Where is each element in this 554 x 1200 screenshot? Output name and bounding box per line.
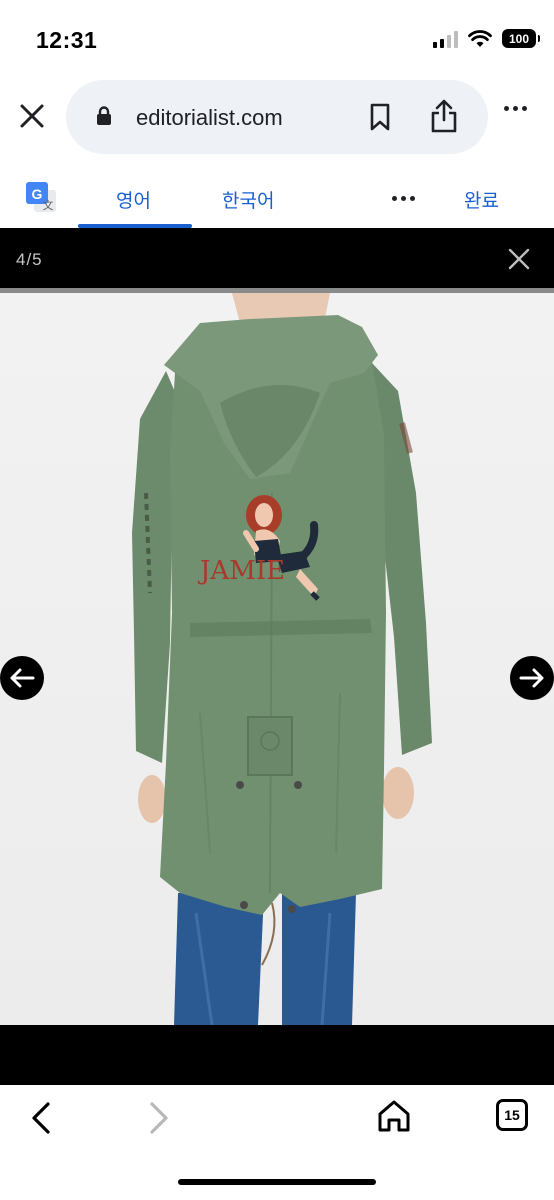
more-icon[interactable]: [504, 106, 527, 111]
close-tab-button[interactable]: [14, 98, 50, 134]
home-icon[interactable]: [376, 1099, 412, 1133]
arrow-right-icon: [519, 668, 544, 688]
forward-icon[interactable]: [144, 1101, 172, 1135]
previous-image-button[interactable]: [0, 656, 44, 700]
close-icon: [20, 104, 44, 128]
tab-count: 15: [504, 1107, 520, 1123]
cellular-signal-icon: [433, 30, 458, 48]
bottom-toolbar: 15: [0, 1085, 554, 1200]
tabs-icon[interactable]: 15: [496, 1099, 528, 1131]
next-image-button[interactable]: [510, 656, 554, 700]
svg-text:G: G: [32, 186, 43, 202]
jacket-print-text: JAMIE: [197, 556, 285, 586]
share-icon[interactable]: [428, 98, 460, 134]
svg-text:文: 文: [43, 198, 54, 212]
battery-level: 100: [508, 31, 530, 46]
status-bar: 12:31 100: [0, 0, 554, 80]
back-icon[interactable]: [28, 1101, 56, 1135]
status-time: 12:31: [36, 27, 98, 53]
bookmark-icon[interactable]: [368, 102, 392, 132]
translate-more-icon[interactable]: [392, 196, 415, 201]
lock-icon: [97, 106, 111, 125]
url-bar[interactable]: editorialist.com: [66, 80, 488, 154]
battery-icon: 100: [502, 29, 540, 48]
wifi-icon: [468, 29, 492, 47]
google-translate-icon[interactable]: G 文: [24, 180, 58, 214]
product-image: JAMIE: [0, 293, 554, 1025]
gallery-close-icon[interactable]: [508, 248, 530, 270]
arrow-left-icon: [10, 668, 35, 688]
url-text: editorialist.com: [136, 105, 283, 130]
home-indicator[interactable]: [178, 1179, 376, 1185]
jacket-illustration: JAMIE: [132, 293, 432, 1025]
translate-done-button[interactable]: 완료: [464, 186, 499, 213]
tab-source-language[interactable]: 영어: [116, 186, 151, 213]
gallery-header: 4/5: [0, 228, 554, 288]
address-row: editorialist.com: [0, 78, 554, 154]
translate-bar: G 文 영어 한국어 완료: [0, 172, 554, 228]
image-counter: 4/5: [16, 250, 43, 269]
status-icons: 100: [433, 29, 540, 48]
gallery-footer: [0, 1025, 554, 1085]
tab-target-language[interactable]: 한국어: [222, 186, 274, 213]
